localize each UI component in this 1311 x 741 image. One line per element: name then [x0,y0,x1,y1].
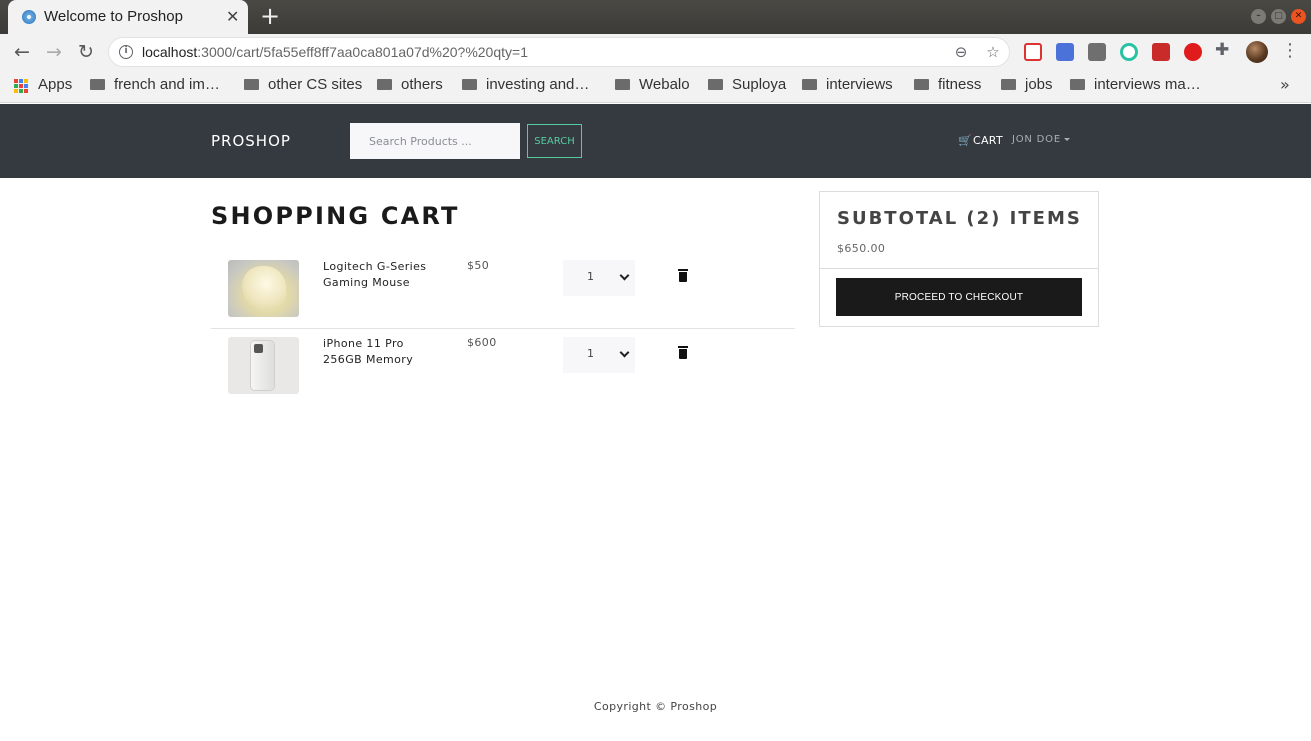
folder-icon [615,79,630,90]
folder-icon [914,79,929,90]
bookmark-folder[interactable]: jobs [1001,76,1053,93]
red-hand-extension-icon[interactable] [1184,43,1202,61]
item-price: $50 [467,259,490,272]
folder-icon [802,79,817,90]
iphone-image [228,337,299,394]
folder-icon [1070,79,1085,90]
order-summary-card: SUBTOTAL (2) ITEMS $650.00 PROCEED TO CH… [819,191,1099,327]
site-info-icon[interactable]: i [119,45,133,59]
folder-icon [90,79,105,90]
bookmark-folder[interactable]: interviews ma… [1070,76,1201,93]
bookmark-folder[interactable]: other CS sites [244,76,362,93]
puzzle-extensions-icon[interactable]: ✚ [1215,40,1229,60]
nav-cart-link[interactable]: 🛒CART [958,134,1003,147]
quantity-select[interactable]: 1 [563,337,635,373]
caret-down-icon [1063,137,1070,141]
red-square-extension-icon[interactable] [1152,43,1170,61]
bookmark-folder[interactable]: interviews [802,76,893,93]
reload-icon[interactable]: ↻ [74,40,98,64]
back-arrow-icon[interactable]: ← [10,40,34,64]
maximize-window-button[interactable]: □ [1271,9,1286,24]
folder-icon [244,79,259,90]
chevron-down-icon [619,270,630,281]
tab-title: Welcome to Proshop [44,8,183,25]
quantity-value: 1 [587,347,594,360]
bookmark-folder[interactable]: investing and… [462,76,589,93]
url-text[interactable]: localhost:3000/cart/5fa55eff8ff7aa0ca801… [142,44,528,60]
bookmark-star-icon[interactable]: ☆ [983,42,1003,62]
folder-icon [462,79,477,90]
search-button[interactable]: SEARCH [527,124,582,158]
browser-toolbar: ← → ↻ i localhost:3000/cart/5fa55eff8ff7… [0,34,1311,70]
quantity-select[interactable]: 1 [563,260,635,296]
folder-icon [1001,79,1016,90]
forward-arrow-icon[interactable]: → [42,40,66,64]
quantity-value: 1 [587,270,594,283]
new-tab-button[interactable]: + [259,3,281,29]
brand-logo[interactable]: PROSHOP [211,132,291,150]
cart-item: iPhone 11 Pro 256GB Memory $600 1 [211,329,795,406]
user-dropdown[interactable]: JON DOE [1012,134,1070,145]
zoom-icon[interactable]: ⊖ [951,42,971,62]
cart-item: Logitech G-Series Gaming Mouse $50 1 [211,252,795,329]
footer-copyright: Copyright © Proshop [593,700,718,713]
favicon-icon [22,10,36,24]
bookmark-folder[interactable]: french and im… [90,76,220,93]
trash-icon[interactable] [678,346,688,359]
page-title: SHOPPING CART [211,202,460,230]
profile-avatar-icon[interactable] [1246,41,1268,63]
item-price: $600 [467,336,497,349]
app-navbar: PROSHOP SEARCH 🛒CART JON DOE [0,104,1311,178]
red-cross-extension-icon[interactable] [1024,43,1042,61]
proceed-to-checkout-button[interactable]: PROCEED TO CHECKOUT [836,278,1082,316]
trash-icon[interactable] [678,269,688,282]
chevron-down-icon [619,347,630,358]
browser-tab[interactable]: Welcome to Proshop ✕ [8,0,248,34]
grey-extension-icon[interactable] [1088,43,1106,61]
address-bar[interactable]: i localhost:3000/cart/5fa55eff8ff7aa0ca8… [108,37,1010,67]
kebab-menu-icon[interactable]: ⋮ [1281,40,1299,61]
bookmark-folder[interactable]: Suploya [708,76,786,93]
item-name-link[interactable]: Logitech G-Series Gaming Mouse [323,259,443,291]
folder-icon [377,79,392,90]
translate-extension-icon[interactable] [1056,43,1074,61]
cart-icon: 🛒 [958,134,972,147]
tab-close-icon[interactable]: ✕ [226,7,239,26]
bookmark-folder[interactable]: others [377,76,443,93]
bookmarks-overflow-icon[interactable]: » [1280,75,1290,94]
gaming-mouse-image [228,260,299,317]
folder-icon [708,79,723,90]
bookmark-apps[interactable]: Apps [38,76,72,93]
item-name-link[interactable]: iPhone 11 Pro 256GB Memory [323,336,443,368]
green-circle-extension-icon[interactable] [1120,43,1138,61]
subtotal-amount: $650.00 [837,242,886,255]
bookmark-folder[interactable]: Webalo [615,76,690,93]
apps-grid-icon[interactable] [14,79,28,93]
bookmarks-bar: Apps french and im… other CS sites other… [0,70,1311,103]
close-window-button[interactable]: ✕ [1291,9,1306,24]
divider [820,268,1098,269]
browser-titlebar: Welcome to Proshop ✕ + – □ ✕ [0,0,1311,34]
minimize-window-button[interactable]: – [1251,9,1266,24]
search-input[interactable] [350,123,520,159]
subtotal-title: SUBTOTAL (2) ITEMS [837,208,1082,229]
bookmark-folder[interactable]: fitness [914,76,981,93]
